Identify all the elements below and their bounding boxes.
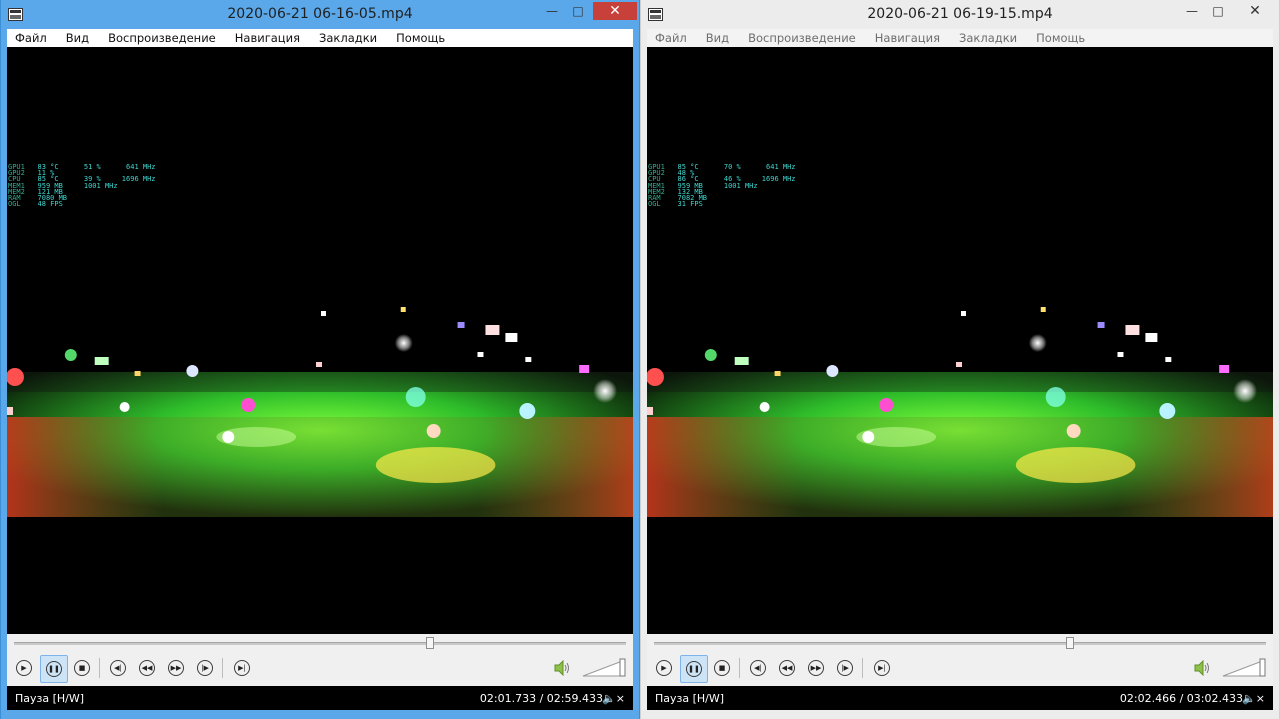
- player-window-left: 2020-06-21 06-16-05.mp4 — □ ✕ Файл Вид В…: [0, 0, 640, 719]
- player-window-right: 2020-06-21 06-19-15.mp4 — □ ✕ Файл Вид В…: [640, 0, 1280, 719]
- play-button[interactable]: ▶: [652, 656, 676, 680]
- menu-bookmarks[interactable]: Закладки: [319, 31, 377, 45]
- stop-button[interactable]: ■: [70, 656, 94, 680]
- menu-bar: Файл Вид Воспроизведение Навигация Закла…: [7, 29, 633, 47]
- video-frame-scene: [647, 307, 1273, 517]
- stat-label: OGL: [648, 200, 661, 209]
- play-icon: ▶: [16, 660, 32, 676]
- stat-value: 48 FPS: [37, 200, 63, 209]
- pause-button[interactable]: ❚❚: [40, 655, 68, 683]
- frame-step-icon: ▶|: [234, 660, 250, 676]
- stop-icon: ■: [714, 660, 730, 676]
- fast-forward-icon: ▶▶: [168, 660, 184, 676]
- close-button[interactable]: ✕: [1233, 2, 1277, 20]
- previous-button[interactable]: ◀|: [106, 656, 130, 680]
- video-area[interactable]: GPU1 83 °C 51 % 641 MHz GPU2 11 % CPU 85…: [7, 47, 633, 634]
- seek-bar[interactable]: [14, 642, 626, 645]
- video-frame-scene: [7, 307, 633, 517]
- frame-step-icon: ▶|: [874, 660, 890, 676]
- play-icon: ▶: [656, 660, 672, 676]
- toolbar-separator: [222, 658, 223, 678]
- stop-button[interactable]: ■: [710, 656, 734, 680]
- menu-help[interactable]: Помощь: [1036, 31, 1085, 45]
- rewind-button[interactable]: ◀◀: [775, 656, 799, 680]
- toolbar-separator: [99, 658, 100, 678]
- menu-playback[interactable]: Воспроизведение: [748, 31, 856, 45]
- menu-file[interactable]: Файл: [655, 31, 687, 45]
- toolbar-separator: [739, 658, 740, 678]
- menu-navigation[interactable]: Навигация: [235, 31, 300, 45]
- menu-navigation[interactable]: Навигация: [875, 31, 940, 45]
- forward-button[interactable]: ▶▶: [804, 656, 828, 680]
- maximize-button[interactable]: □: [1205, 2, 1231, 20]
- close-button[interactable]: ✕: [593, 2, 637, 20]
- next-button[interactable]: |▶: [193, 656, 217, 680]
- time-display: 02:02.466 / 03:02.433: [1119, 692, 1243, 705]
- pause-icon: ❚❚: [686, 661, 702, 677]
- playback-status: Пауза [H/W]: [655, 692, 725, 705]
- next-button[interactable]: |▶: [833, 656, 857, 680]
- hardware-stats-overlay: GPU1 83 °C 51 % 641 MHz GPU2 11 % CPU 85…: [8, 163, 156, 209]
- volume-slider[interactable]: [1221, 656, 1267, 678]
- playback-controls: ▶ ❚❚ ■ ◀| ◀◀ ▶▶ |▶ ▶|: [647, 634, 1273, 686]
- menu-file[interactable]: Файл: [15, 31, 47, 45]
- forward-button[interactable]: ▶▶: [164, 656, 188, 680]
- menu-bar: Файл Вид Воспроизведение Навигация Закла…: [647, 29, 1273, 47]
- toolbar-separator: [862, 658, 863, 678]
- play-button[interactable]: ▶: [12, 656, 36, 680]
- speaker-icon[interactable]: [553, 660, 571, 676]
- title-bar[interactable]: 2020-06-21 06-16-05.mp4 — □ ✕: [1, 0, 639, 29]
- skip-next-icon: |▶: [837, 660, 853, 676]
- previous-button[interactable]: ◀|: [746, 656, 770, 680]
- stat-value: 83 °C 51 % 641 MHz: [37, 163, 156, 171]
- playback-status: Пауза [H/W]: [15, 692, 85, 705]
- mute-icon[interactable]: 🔈×: [602, 692, 625, 705]
- rewind-icon: ◀◀: [139, 660, 155, 676]
- minimize-button[interactable]: —: [539, 2, 565, 20]
- volume-slider[interactable]: [581, 656, 627, 678]
- seek-thumb[interactable]: [426, 637, 435, 649]
- window-bottom-border: [641, 710, 1279, 719]
- pause-button[interactable]: ❚❚: [680, 655, 708, 683]
- frame-step-button[interactable]: ▶|: [230, 656, 254, 680]
- skip-previous-icon: ◀|: [750, 660, 766, 676]
- menu-playback[interactable]: Воспроизведение: [108, 31, 216, 45]
- minimize-button[interactable]: —: [1179, 2, 1205, 20]
- maximize-button[interactable]: □: [565, 2, 591, 20]
- menu-view[interactable]: Вид: [66, 31, 89, 45]
- menu-view[interactable]: Вид: [706, 31, 729, 45]
- stat-value: 31 FPS: [677, 200, 703, 209]
- rewind-button[interactable]: ◀◀: [135, 656, 159, 680]
- menu-help[interactable]: Помощь: [396, 31, 445, 45]
- mute-icon[interactable]: 🔈×: [1242, 692, 1265, 705]
- title-bar[interactable]: 2020-06-21 06-19-15.mp4 — □ ✕: [641, 0, 1279, 29]
- rewind-icon: ◀◀: [779, 660, 795, 676]
- time-display: 02:01.733 / 02:59.433: [479, 692, 603, 705]
- menu-bookmarks[interactable]: Закладки: [959, 31, 1017, 45]
- playback-controls: ▶ ❚❚ ■ ◀| ◀◀ ▶▶ |▶ ▶|: [7, 634, 633, 686]
- skip-next-icon: |▶: [197, 660, 213, 676]
- hardware-stats-overlay: GPU1 85 °C 70 % 641 MHz GPU2 48 % CPU 86…: [648, 163, 796, 209]
- video-area[interactable]: GPU1 85 °C 70 % 641 MHz GPU2 48 % CPU 86…: [647, 47, 1273, 634]
- stop-icon: ■: [74, 660, 90, 676]
- status-bar: Пауза [H/W] 02:01.733 / 02:59.433 🔈×: [7, 686, 633, 710]
- window-bottom-border: [1, 710, 639, 719]
- status-bar: Пауза [H/W] 02:02.466 / 03:02.433 🔈×: [647, 686, 1273, 710]
- pause-icon: ❚❚: [46, 661, 62, 677]
- fast-forward-icon: ▶▶: [808, 660, 824, 676]
- seek-bar[interactable]: [654, 642, 1266, 645]
- stat-label: OGL: [8, 200, 21, 209]
- skip-previous-icon: ◀|: [110, 660, 126, 676]
- stat-value: 85 °C 70 % 641 MHz: [677, 163, 796, 171]
- frame-step-button[interactable]: ▶|: [870, 656, 894, 680]
- speaker-icon[interactable]: [1193, 660, 1211, 676]
- seek-thumb[interactable]: [1066, 637, 1075, 649]
